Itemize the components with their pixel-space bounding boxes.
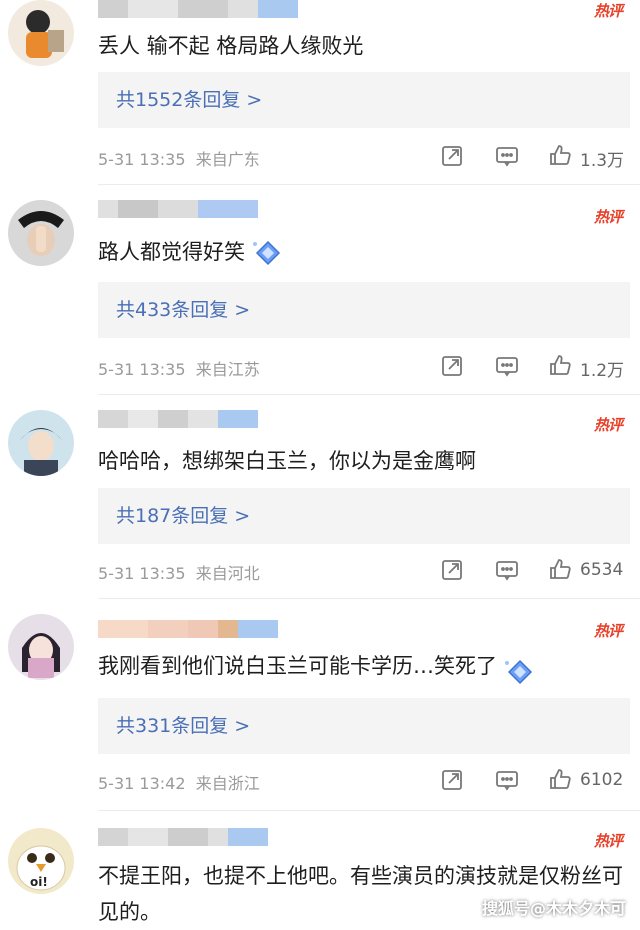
svg-text:oi!: oi!	[30, 875, 48, 889]
avatar[interactable]	[8, 200, 74, 266]
timestamp: 5-31 13:35	[98, 150, 186, 169]
comment-text-content: 路人都觉得好笑	[98, 240, 245, 264]
like-icon[interactable]	[548, 353, 572, 377]
comment-icon[interactable]	[495, 768, 519, 792]
hot-badge: 热评	[593, 416, 623, 434]
location: 来自江苏	[195, 360, 260, 379]
comment-text-content: 我刚看到他们说白玉兰可能卡学历…笑死了	[98, 654, 497, 678]
comment-icon[interactable]	[495, 144, 519, 168]
username-blurred[interactable]	[98, 828, 298, 846]
username-blurred[interactable]	[98, 410, 298, 428]
hot-badge: 热评	[593, 208, 623, 226]
like-count: 6102	[580, 770, 624, 790]
timestamp: 5-31 13:35	[98, 360, 186, 379]
divider	[98, 394, 640, 395]
hot-badge: 热评	[593, 2, 623, 20]
avatar[interactable]	[8, 0, 74, 66]
divider	[98, 598, 640, 599]
location: 来自广东	[195, 150, 260, 169]
comment-text: 路人都觉得好笑	[98, 234, 626, 270]
comment-meta: 5-31 13:35 来自河北	[98, 560, 260, 584]
avatar[interactable]: oi!	[8, 828, 74, 894]
diamond-sticker-icon	[249, 238, 287, 268]
username-blurred[interactable]	[98, 0, 298, 18]
username-blurred[interactable]	[98, 620, 298, 638]
hot-badge: 热评	[593, 622, 623, 640]
watermark: 搜狐号@木木夕木可	[481, 899, 626, 918]
comment-meta: 5-31 13:35 来自广东	[98, 146, 260, 170]
comment-text: 丢人 输不起 格局路人缘败光	[98, 34, 364, 58]
comment-text: 我刚看到他们说白玉兰可能卡学历…笑死了	[98, 648, 626, 687]
like-count: 1.3万	[580, 151, 625, 171]
divider	[98, 810, 640, 811]
share-icon[interactable]	[440, 558, 464, 582]
username-blurred[interactable]	[98, 200, 298, 218]
replies-link[interactable]: 共1552条回复 >	[98, 72, 630, 128]
comment-meta: 5-31 13:42 来自浙江	[98, 770, 260, 794]
location: 来自河北	[195, 564, 260, 583]
like-icon[interactable]	[548, 143, 572, 167]
comment-icon[interactable]	[495, 558, 519, 582]
share-icon[interactable]	[440, 354, 464, 378]
like-icon[interactable]	[548, 557, 572, 581]
comment-text: 不提王阳，也提不上他吧。有些演员的演技就是仅粉丝可见的。	[98, 864, 623, 924]
like-count: 6534	[580, 560, 624, 580]
timestamp: 5-31 13:42	[98, 774, 186, 793]
comment-meta: 5-31 13:35 来自江苏	[98, 356, 260, 380]
diamond-sticker-icon	[501, 657, 539, 687]
timestamp: 5-31 13:35	[98, 564, 186, 583]
replies-link[interactable]: 共331条回复 >	[98, 698, 630, 754]
comment-text: 哈哈哈，想绑架白玉兰，你以为是金鹰啊	[98, 449, 476, 473]
like-icon[interactable]	[548, 767, 572, 791]
share-icon[interactable]	[440, 144, 464, 168]
avatar[interactable]	[8, 410, 74, 476]
like-count: 1.2万	[580, 361, 625, 381]
hot-badge: 热评	[593, 832, 623, 850]
share-icon[interactable]	[440, 768, 464, 792]
replies-link[interactable]: 共433条回复 >	[98, 282, 630, 338]
comment-icon[interactable]	[495, 354, 519, 378]
location: 来自浙江	[195, 774, 260, 793]
divider	[98, 184, 640, 185]
avatar[interactable]	[8, 614, 74, 680]
replies-link[interactable]: 共187条回复 >	[98, 488, 630, 544]
